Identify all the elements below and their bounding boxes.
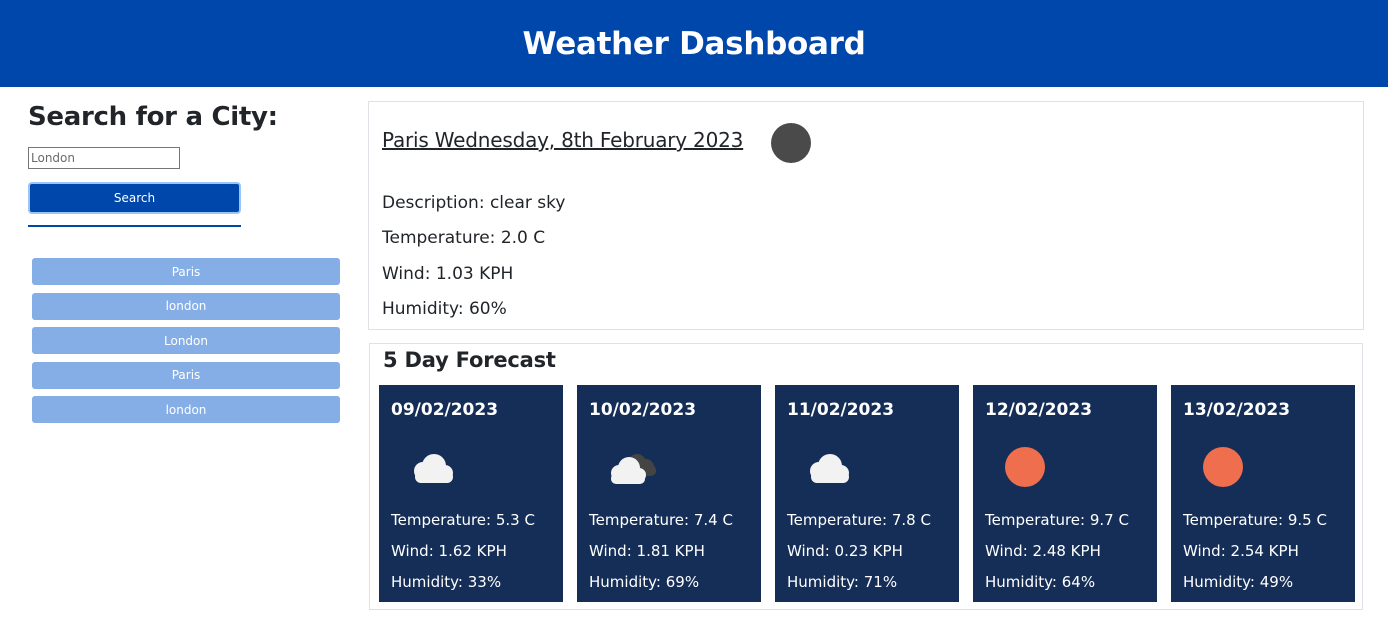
clear-sky-icon <box>771 123 811 163</box>
search-heading: Search for a City: <box>28 102 278 132</box>
forecast-card: 10/02/2023 Temperature: 7.4 C Wind: 1.81… <box>577 385 761 602</box>
search-input[interactable] <box>28 147 180 169</box>
current-city-date: Paris Wednesday, 8th February 2023 <box>382 128 744 152</box>
forecast-temperature: Temperature: 5.3 C <box>391 511 535 529</box>
forecast-date: 10/02/2023 <box>589 400 697 420</box>
forecast-wind: Wind: 0.23 KPH <box>787 542 903 560</box>
forecast-card: 12/02/2023 Temperature: 9.7 C Wind: 2.48… <box>973 385 1157 602</box>
page-title: Weather Dashboard <box>522 25 866 62</box>
forecast-date: 09/02/2023 <box>391 400 499 420</box>
history-button-paris[interactable]: Paris <box>32 361 340 389</box>
forecast-date: 13/02/2023 <box>1183 400 1291 420</box>
forecast-temperature: Temperature: 7.4 C <box>589 511 733 529</box>
forecast-card: 09/02/2023 Temperature: 5.3 C Wind: 1.62… <box>379 385 563 602</box>
forecast-temperature: Temperature: 9.5 C <box>1183 511 1327 529</box>
search-button[interactable]: Search <box>28 182 241 214</box>
forecast-temperature: Temperature: 7.8 C <box>787 511 931 529</box>
history-button-london[interactable]: London <box>32 327 340 354</box>
cloud-icon <box>810 454 849 483</box>
forecast-humidity: Humidity: 69% <box>589 573 700 591</box>
forecast-date: 12/02/2023 <box>985 400 1093 420</box>
sun-icon <box>1005 447 1045 487</box>
sidebar-divider <box>28 225 241 227</box>
forecast-wind: Wind: 1.62 KPH <box>391 542 507 560</box>
search-history: Paris london London Paris london <box>32 258 340 431</box>
forecast-humidity: Humidity: 71% <box>787 573 898 591</box>
history-button-london[interactable]: london <box>32 292 340 320</box>
sun-icon <box>1203 447 1243 487</box>
forecast-wind: Wind: 2.48 KPH <box>985 542 1101 560</box>
current-temperature: Temperature: 2.0 C <box>382 228 546 248</box>
current-description: Description: clear sky <box>382 193 566 213</box>
forecast-date: 11/02/2023 <box>787 400 895 420</box>
forecast-panel: 5 Day Forecast 09/02/2023 Temperature: 5… <box>369 343 1363 610</box>
forecast-wind: Wind: 2.54 KPH <box>1183 542 1299 560</box>
broken-clouds-icon <box>611 454 656 484</box>
forecast-card: 11/02/2023 Temperature: 7.8 C Wind: 0.23… <box>775 385 959 602</box>
forecast-humidity: Humidity: 33% <box>391 573 502 591</box>
forecast-temperature: Temperature: 9.7 C <box>985 511 1129 529</box>
current-wind: Wind: 1.03 KPH <box>382 264 514 284</box>
forecast-card: 13/02/2023 Temperature: 9.5 C Wind: 2.54… <box>1171 385 1355 602</box>
app-header: Weather Dashboard <box>0 0 1388 87</box>
forecast-heading: 5 Day Forecast <box>383 348 556 372</box>
current-weather-panel: Paris Wednesday, 8th February 2023 Descr… <box>368 101 1364 330</box>
current-humidity: Humidity: 60% <box>382 299 507 319</box>
forecast-humidity: Humidity: 64% <box>985 573 1096 591</box>
history-button-london[interactable]: london <box>32 396 340 423</box>
forecast-humidity: Humidity: 49% <box>1183 573 1294 591</box>
cloud-icon <box>414 454 453 483</box>
history-button-paris[interactable]: Paris <box>32 258 340 285</box>
forecast-wind: Wind: 1.81 KPH <box>589 542 705 560</box>
